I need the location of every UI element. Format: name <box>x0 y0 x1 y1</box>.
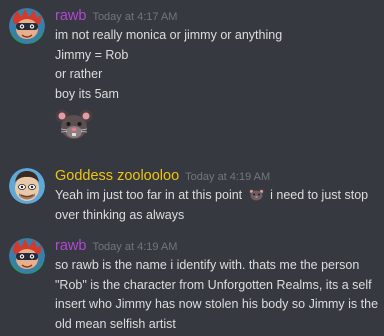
message-header: rawb Today at 4:17 AM <box>55 6 377 26</box>
chat-message-list: rawb Today at 4:17 AM im not really monic… <box>0 0 384 336</box>
avatar[interactable] <box>9 168 45 204</box>
message-line: over thinking as always <box>55 207 185 222</box>
rat-emoji-icon[interactable] <box>55 108 93 142</box>
message-line: "Rob" is the character from Unforgotten … <box>55 277 372 292</box>
message-header: rawb Today at 4:19 AM <box>55 236 377 256</box>
message-content: rawb Today at 4:19 AM so rawb is the name… <box>55 236 379 334</box>
author-name[interactable]: rawb <box>55 8 86 24</box>
message-line: Jimmy = Rob <box>55 47 129 62</box>
author-name[interactable]: rawb <box>55 238 86 254</box>
message-line: boy its 5am <box>55 86 119 101</box>
message-header: Goddess zoolooloo Today at 4:19 AM <box>55 166 377 186</box>
avatar[interactable] <box>9 8 45 44</box>
avatar[interactable] <box>9 238 45 274</box>
message-text: i need to just stop <box>270 188 369 202</box>
message-text: Yeah im just too far in at this point <box>55 188 243 202</box>
message-line: Yeah im just too far in at this point i … <box>55 186 377 206</box>
rat-face-emoji-icon[interactable] <box>248 188 265 201</box>
timestamp: Today at 4:17 AM <box>92 11 178 23</box>
message-content: Goddess zoolooloo Today at 4:19 AM Yeah i… <box>55 166 377 225</box>
timestamp: Today at 4:19 AM <box>185 171 271 183</box>
avatar-rawb-masked-character-icon <box>9 8 45 44</box>
avatar-rawb-masked-character-icon <box>9 238 45 274</box>
message-content: rawb Today at 4:17 AM im not really monic… <box>55 6 377 142</box>
avatar-zoolooloo-cartoon-face-icon <box>9 168 45 204</box>
timestamp: Today at 4:19 AM <box>92 241 178 253</box>
message-line: insert who Jimmy has now stolen his body… <box>55 297 379 311</box>
message-line: or rather <box>55 67 103 81</box>
message-line: so rawb is the name i identify with. tha… <box>55 258 360 272</box>
message-line: old mean selfish artist <box>55 316 176 331</box>
message-line: im not really monica or jimmy or anythin… <box>55 28 283 42</box>
author-name[interactable]: Goddess zoolooloo <box>55 168 179 184</box>
